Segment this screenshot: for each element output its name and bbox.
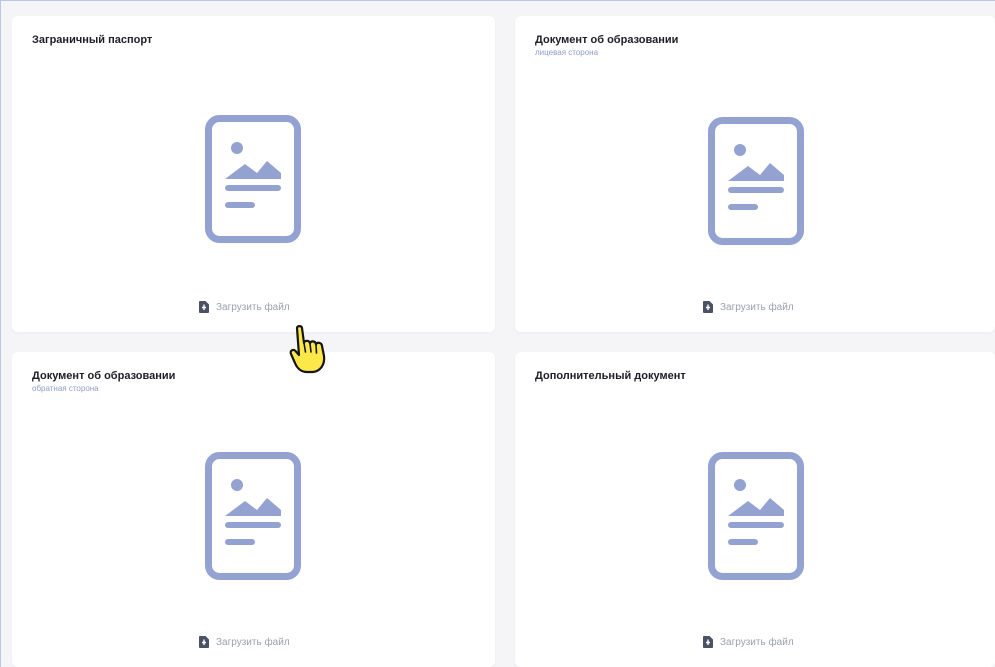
- document-card-education-front: Документ об образовании лицевая сторона …: [515, 16, 995, 332]
- upload-file-button[interactable]: Загрузить файл: [199, 301, 290, 313]
- upload-file-button[interactable]: Загрузить файл: [703, 301, 794, 313]
- document-image-icon: [708, 117, 804, 245]
- document-card-additional: Дополнительный документ Загрузить файл: [515, 352, 995, 667]
- upload-file-label: Загрузить файл: [720, 636, 794, 648]
- card-title: Дополнительный документ: [535, 370, 686, 382]
- upload-file-label: Загрузить файл: [216, 301, 290, 313]
- document-card-education-back: Документ об образовании обратная сторона…: [12, 352, 495, 667]
- upload-file-label: Загрузить файл: [216, 636, 290, 648]
- upload-file-label: Загрузить файл: [720, 301, 794, 313]
- document-image-icon: [205, 452, 301, 580]
- hand-pointer-icon: [289, 325, 326, 374]
- card-title: Документ об образовании: [535, 34, 679, 46]
- card-subtitle: обратная сторона: [32, 384, 99, 393]
- upload-file-button[interactable]: Загрузить файл: [199, 636, 290, 648]
- card-subtitle: лицевая сторона: [535, 48, 599, 57]
- upload-file-button[interactable]: Загрузить файл: [703, 636, 794, 648]
- document-image-icon: [708, 452, 804, 580]
- file-upload-icon: [199, 636, 209, 648]
- document-card-foreign-passport: Заграничный паспорт Загрузить файл: [12, 16, 495, 332]
- card-title: Документ об образовании: [32, 370, 176, 382]
- card-title: Заграничный паспорт: [32, 34, 153, 46]
- file-upload-icon: [703, 301, 713, 313]
- file-upload-icon: [199, 301, 209, 313]
- file-upload-icon: [703, 636, 713, 648]
- document-image-icon: [205, 115, 301, 243]
